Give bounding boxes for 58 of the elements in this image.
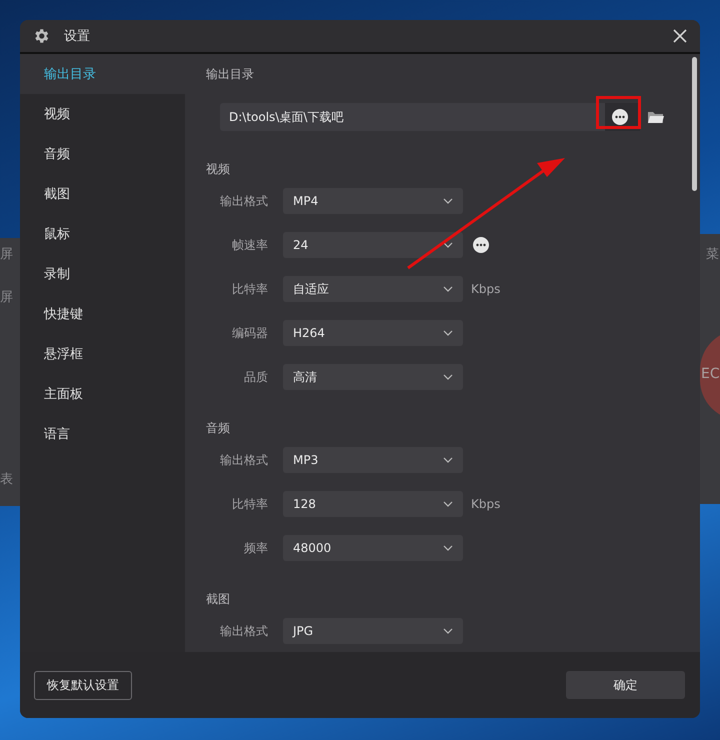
field-label: 输出格式	[219, 622, 268, 640]
field-label: 频率	[243, 540, 268, 556]
field-label: 输出格式	[219, 192, 268, 210]
dropdown[interactable]: 24	[283, 232, 463, 258]
chevron-down-icon	[443, 545, 453, 551]
chevron-down-icon	[443, 457, 453, 463]
chevron-down-icon	[443, 330, 453, 336]
chevron-down-icon	[443, 198, 453, 204]
record-label: EC	[701, 366, 720, 382]
sidebar-item[interactable]: 鼠标	[20, 214, 185, 254]
sidebar-item[interactable]: 截图	[20, 174, 185, 214]
chevron-down-icon	[443, 501, 453, 507]
sidebar-item[interactable]: 主面板	[20, 374, 185, 414]
field-label: 帧速率	[231, 236, 268, 254]
sidebar-item[interactable]: 语言	[20, 414, 185, 454]
section-heading: 视频	[206, 161, 231, 178]
section-heading: 音频	[206, 420, 231, 437]
dropdown[interactable]: 128	[283, 491, 463, 517]
section-heading: 输出目录	[206, 66, 255, 83]
field-label: 比特率	[231, 280, 268, 298]
background-label: 菜	[706, 247, 719, 263]
sidebar-item[interactable]: 录制	[20, 254, 185, 294]
section-heading: 截图	[206, 591, 231, 608]
field-label: 输出格式	[219, 452, 268, 468]
dropdown[interactable]: MP4	[283, 188, 463, 214]
dropdown[interactable]: 高清	[283, 364, 463, 390]
window-title: 设置	[64, 28, 91, 45]
dropdown[interactable]: 自适应	[283, 276, 463, 302]
background-label: 屏	[0, 247, 13, 263]
field-label: 品质	[243, 368, 268, 386]
more-icon[interactable]	[612, 109, 628, 125]
sidebar-item[interactable]: 视频	[20, 94, 185, 134]
dropdown[interactable]: 48000	[283, 535, 463, 561]
chevron-down-icon	[443, 628, 453, 634]
highlight-box	[596, 96, 641, 129]
dropdown[interactable]: JPG	[283, 618, 463, 644]
ok-button[interactable]: 确定	[566, 671, 685, 699]
sidebar-item[interactable]: 输出目录	[20, 54, 185, 94]
chevron-down-icon	[443, 286, 453, 292]
dropdown[interactable]: H264	[283, 320, 463, 346]
chevron-down-icon	[443, 242, 453, 248]
close-icon[interactable]	[672, 28, 688, 44]
more-icon[interactable]	[473, 237, 489, 253]
sidebar-item[interactable]: 音频	[20, 134, 185, 174]
field-label: 编码器	[231, 324, 268, 342]
reset-button[interactable]: 恢复默认设置	[34, 670, 132, 700]
unit-label: Kbps	[471, 497, 500, 511]
scrollbar-thumb[interactable]	[692, 57, 697, 191]
folder-icon[interactable]	[648, 110, 664, 124]
dropdown[interactable]: MP3	[283, 447, 463, 473]
background-label: 屏	[0, 290, 13, 306]
background-label: 表	[0, 472, 13, 488]
sidebar-item[interactable]: 快捷键	[20, 294, 185, 334]
sidebar-item[interactable]: 悬浮框	[20, 334, 185, 374]
field-label: 比特率	[231, 496, 268, 512]
path-field[interactable]: D:\tools\桌面\下载吧	[220, 103, 605, 131]
chevron-down-icon	[443, 374, 453, 380]
unit-label: Kbps	[471, 282, 500, 296]
